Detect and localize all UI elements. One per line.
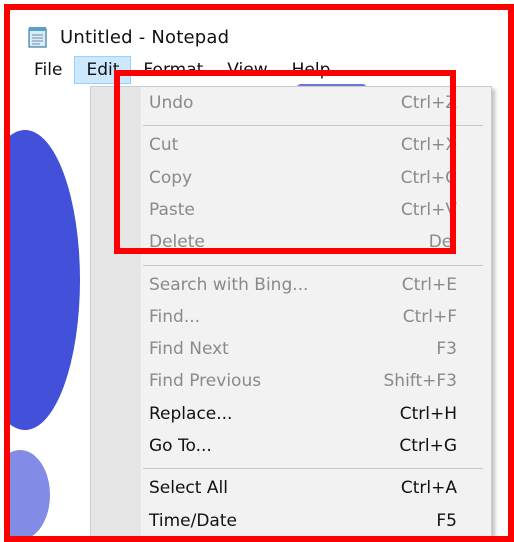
menu-item-label: Find Previous <box>149 371 262 392</box>
menu-item-shortcut: Shift+F3 <box>383 371 457 392</box>
menu-item-replace[interactable]: Replace... Ctrl+H <box>149 400 457 428</box>
menu-item-label: Time/Date <box>149 510 237 531</box>
menu-item-select-all[interactable]: Select All Ctrl+A <box>149 474 457 502</box>
menu-separator <box>143 264 483 266</box>
menu-item-go-to[interactable]: Go To... Ctrl+G <box>149 432 457 460</box>
menu-item-label: Find Next <box>149 339 229 360</box>
menu-item-shortcut: F5 <box>436 510 457 531</box>
window-title: Untitled - Notepad <box>60 26 230 48</box>
annotation-highlight-box <box>114 70 456 254</box>
menu-file[interactable]: File <box>22 56 74 84</box>
menu-item-time-date[interactable]: Time/Date F5 <box>149 507 457 535</box>
title-bar[interactable]: Untitled - Notepad <box>26 20 498 54</box>
menu-item-shortcut: Ctrl+A <box>400 478 457 499</box>
menu-item-label: Select All <box>149 478 228 499</box>
menu-item-search-with-bing[interactable]: Search with Bing... Ctrl+E <box>149 271 457 299</box>
notepad-icon <box>26 25 50 49</box>
menu-item-shortcut: F3 <box>436 339 457 360</box>
menu-item-shortcut: Ctrl+F <box>402 306 457 327</box>
menu-item-shortcut: Ctrl+G <box>399 436 457 456</box>
menu-item-find-next[interactable]: Find Next F3 <box>149 335 457 363</box>
menu-item-shortcut: Ctrl+H <box>399 403 457 424</box>
menu-item-label: Go To... <box>149 436 212 456</box>
menu-item-label: Replace... <box>149 403 233 424</box>
menu-item-label: Search with Bing... <box>149 274 309 295</box>
menu-item-shortcut: Ctrl+E <box>401 274 457 295</box>
menu-item-label: Find... <box>149 306 201 327</box>
menu-item-find[interactable]: Find... Ctrl+F <box>149 303 457 331</box>
watermark-shape <box>10 450 50 536</box>
menu-item-find-previous[interactable]: Find Previous Shift+F3 <box>149 367 457 395</box>
watermark-shape <box>10 130 80 430</box>
menu-separator <box>143 468 483 470</box>
